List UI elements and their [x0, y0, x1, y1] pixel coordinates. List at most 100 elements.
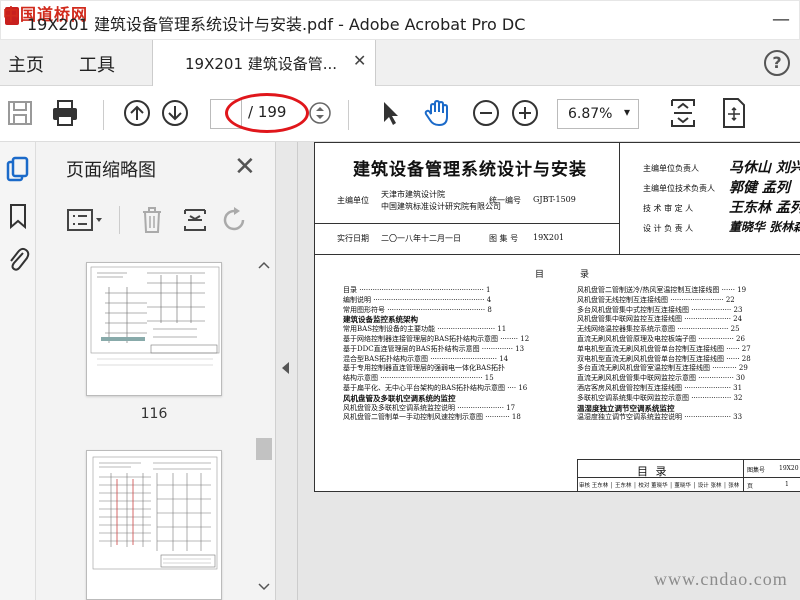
- page-thumbnails-icon[interactable]: [5, 156, 31, 184]
- site-watermark: www.cndao.com: [654, 569, 788, 589]
- signature: 王东林 孟列: [729, 200, 800, 216]
- toc-entry: 基于DDC直连管理层的BAS拓扑结构示意图 ·············· 13: [343, 344, 525, 353]
- document-view[interactable]: 建筑设备管理系统设计与安装 主编单位 天津市建筑设计院 中国建筑标准设计研究院有…: [298, 142, 800, 600]
- toc-entry: 目录 ·····································…: [343, 286, 491, 294]
- next-page-icon[interactable]: [160, 98, 190, 128]
- toc-title-mu: 目: [535, 270, 545, 280]
- zoom-level-value: 6.87%: [568, 106, 613, 122]
- org-label: 主编单位: [337, 196, 369, 205]
- toc-entry: 混合型BAS拓扑结构示意图 ··························…: [343, 354, 509, 363]
- thumbnail-page-116-image: [90, 266, 220, 366]
- toc-entry: 直流无刷风机盘管集中联网监控示意图 ················ 30: [577, 374, 745, 383]
- date-label: 实行日期: [337, 234, 369, 243]
- title-block-page-value: 1: [785, 481, 789, 488]
- bookmark-icon[interactable]: [5, 202, 31, 230]
- thumbnail-page-117-image: [92, 456, 218, 570]
- close-tab-icon[interactable]: ✕: [353, 51, 366, 70]
- panel-collapse-strip[interactable]: [276, 142, 298, 600]
- zoom-in-icon[interactable]: [510, 98, 540, 128]
- title-block-title: 目 录: [637, 465, 669, 478]
- toc-entry: 无线网络温控器集控系统示意图 ······················· 2…: [577, 325, 740, 334]
- print-icon[interactable]: [50, 98, 80, 128]
- thumbnail-options-icon[interactable]: [66, 204, 106, 236]
- title-block-divider: [743, 459, 744, 491]
- thumbnail-scrollbar-thumb[interactable]: [256, 438, 272, 460]
- toc-entry: 双电机型直流无刷风机盘管单台控制互连接线图 ······ 28: [577, 354, 751, 363]
- toc-entry: 风机盘管无线控制互连接线图 ························ 2…: [577, 295, 735, 304]
- toolbar: / 199 6.87% ▾: [0, 86, 800, 142]
- zoom-level-select[interactable]: 6.87% ▾: [557, 99, 639, 129]
- toc-entry: 基于扁平化、无中心平台架构的BAS拓扑结构示意图 ···· 16: [343, 384, 528, 392]
- title-block-page-label: 页: [747, 483, 754, 490]
- tab-tools[interactable]: 工具: [79, 51, 115, 77]
- toc-title-lu: 录: [580, 270, 590, 280]
- fit-page-icon[interactable]: [668, 96, 698, 130]
- role-label: 主编单位负责人: [643, 164, 699, 173]
- page-thumbnail[interactable]: [86, 262, 222, 396]
- select-cursor-icon[interactable]: [375, 98, 405, 128]
- toc-entry: 基于专用控制器直连管理层的强弱电一体化BAS拓扑: [343, 364, 505, 373]
- toc-entry: 多台直流无刷风机盘管室温控制互连接线图 ··········· 29: [577, 364, 748, 373]
- rotate-page-icon[interactable]: [221, 204, 249, 236]
- title-block-atlas-value: 19X20: [779, 465, 799, 472]
- toolbar-separator: [348, 100, 349, 130]
- toc-entry: 多联机空调系统集中联网监控示意图 ·················· 32: [577, 393, 743, 402]
- toc-entry: 风机盘管及多联机空调系统监控说明 ····················· 1…: [343, 403, 516, 412]
- role-label: 设 计 负 责 人: [643, 224, 694, 233]
- scroll-up-icon[interactable]: [257, 260, 271, 270]
- title-block-divider: [577, 477, 800, 478]
- minimize-button[interactable]: —: [771, 9, 791, 30]
- signature: 董晓华 张林森: [729, 220, 800, 234]
- hand-tool-icon[interactable]: [422, 98, 452, 128]
- thumbnail-scrollbar[interactable]: [256, 254, 272, 600]
- panel-toolbar-separator: [119, 206, 120, 234]
- signature: 郭健 孟列: [729, 180, 790, 196]
- insert-page-icon[interactable]: [181, 204, 209, 236]
- toc-entry: 直流无刷风机盘管原理及电控板端子图 ················ 26: [577, 335, 745, 343]
- page-thumbnail[interactable]: [86, 450, 222, 600]
- role-label: 技 术 审 定 人: [643, 204, 694, 213]
- attachment-icon[interactable]: [5, 244, 31, 272]
- previous-page-icon[interactable]: [122, 98, 152, 128]
- toc-entry: 常用BAS控制设备的主要功能 ·························…: [343, 325, 507, 334]
- full-screen-icon[interactable]: [718, 96, 748, 130]
- red-highlight-ellipse: [225, 93, 309, 133]
- save-icon[interactable]: [5, 98, 35, 128]
- title-bar: 中国道桥网 19X201 建筑设备管理系统设计与安装.pdf - Adobe A…: [0, 0, 800, 40]
- collapse-left-icon[interactable]: [282, 362, 289, 374]
- toc-entry: 多台风机盘管集中式控制互连接线图 ·················· 23: [577, 305, 743, 314]
- toc-entry: 编制说明 ···································…: [343, 295, 492, 304]
- toolbar-separator: [103, 100, 104, 130]
- toc-entry: 单电机型直流无刷风机盘管单台控制互连接线图 ······ 27: [577, 344, 751, 353]
- toc-entry: 温湿度独立调节空调系统监控说明 ····················· 33: [577, 413, 743, 422]
- zoom-out-icon[interactable]: [471, 98, 501, 128]
- pdf-page: 建筑设备管理系统设计与安装 主编单位 天津市建筑设计院 中国建筑标准设计研究院有…: [314, 142, 800, 492]
- toc-entry: 酒店客房风机盘管控制互连接线图 ····················· 31: [577, 384, 743, 392]
- scroll-down-icon[interactable]: [257, 582, 271, 592]
- toc-entry: 基于网络控制器连接管理层的BAS拓扑结构示意图 ········ 12: [343, 335, 530, 343]
- date-value: 二〇一八年十二月一日: [381, 234, 461, 243]
- atlas-value: 19X201: [533, 233, 565, 242]
- document-title: 建筑设备管理系统设计与安装: [353, 160, 587, 180]
- document-tab[interactable]: 19X201 建筑设备管... ✕: [152, 40, 376, 86]
- thumbnails-panel-title: 页面缩略图: [66, 160, 156, 181]
- serial-value: GJBT-1509: [533, 195, 576, 204]
- window-title: 19X201 建筑设备管理系统设计与安装.pdf - Adobe Acrobat…: [27, 15, 526, 34]
- atlas-label: 图 集 号: [489, 234, 519, 243]
- help-icon[interactable]: ?: [764, 50, 790, 76]
- header-divider: [315, 223, 620, 224]
- document-tab-label: 19X201 建筑设备管...: [185, 55, 338, 73]
- serial-label: 统一编号: [489, 196, 521, 205]
- toc-entry: 风机盘管集中联网监控互连接线图 ····················· 24: [577, 315, 743, 324]
- page-stepper-icon[interactable]: [308, 100, 332, 126]
- delete-page-icon[interactable]: [138, 204, 166, 236]
- title-block-signatures: 审核 王东林 │ 王东林 │ 校对 董晓华 │ 董晓华 │ 设计 张林 │ 张林: [579, 483, 740, 489]
- title-block-atlas-label: 图集号: [747, 467, 766, 474]
- thumbnails-panel: 页面缩略图 ✕ 116: [36, 142, 276, 600]
- toc-entry: 常用图形符号 ·································…: [343, 305, 492, 314]
- tab-home[interactable]: 主页: [8, 51, 44, 77]
- chevron-down-icon: ▾: [623, 105, 630, 119]
- org-name-2: 中国建筑标准设计研究院有限公司: [381, 202, 501, 211]
- close-panel-icon[interactable]: ✕: [234, 152, 256, 182]
- menu-row: 主页 工具 19X201 建筑设备管... ✕ ?: [0, 40, 800, 86]
